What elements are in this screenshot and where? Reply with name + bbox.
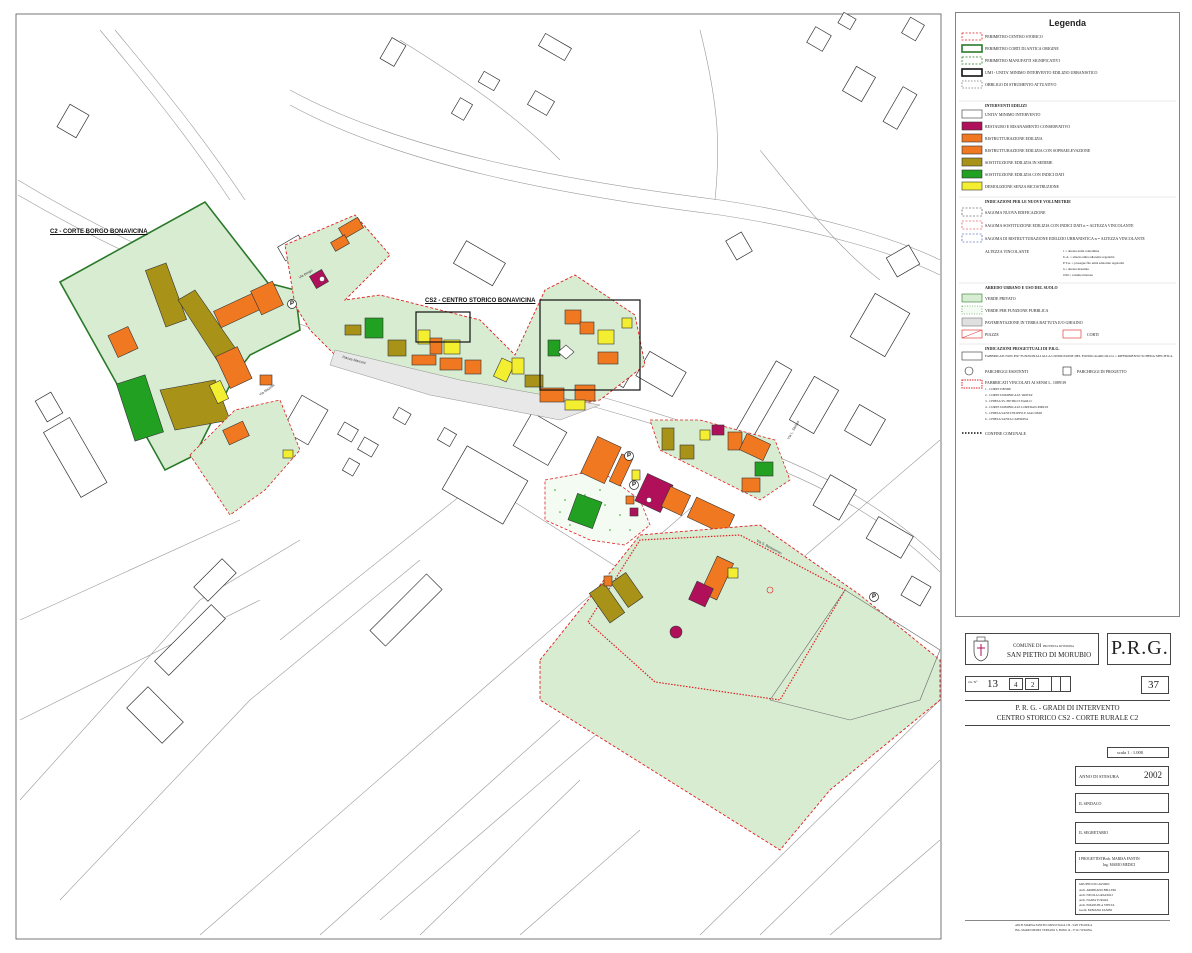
footer-line: ING. MARIO MEDICI VERSANO S. BONO 14 - 3… — [1015, 929, 1092, 932]
legend-note: n = altezza massima — [1063, 267, 1089, 271]
legend-item: PARCHEGGI ESISTENTI — [985, 369, 1029, 374]
legend-panel: Legenda PERIMETRO CENTRO STORICO PERIMET… — [955, 12, 1180, 617]
legend-note: 1 = altezza unità contermine — [1063, 249, 1100, 253]
legend-item: RISTRUTTURAZIONE EDILIZIA — [985, 136, 1043, 141]
legend-section-title: INTERVENTI EDILIZI — [985, 103, 1027, 108]
tav-cell-empty — [1051, 676, 1071, 692]
comune-di: COMUNE DI — [1013, 644, 1042, 649]
legend-item: VERDE PER FUNZIONE PUBBLICA — [985, 308, 1049, 313]
legend-note: 1 - CORTE DENDE — [985, 387, 1012, 391]
gruppo-member: Geom. FABIANO ZANINI — [1079, 908, 1113, 912]
legend-item: DEMOLIZIONE SENZA RICOSTRUZIONE — [985, 184, 1059, 189]
provincia: PROVINCIA DI VERONA — [1043, 645, 1075, 648]
legend-item: PIAZZE — [985, 332, 999, 337]
legend-note: 6 - CHIESA SANTA CATERINA — [985, 417, 1029, 421]
comune-name: SAN PIETRO DI MORUBIO — [1007, 651, 1092, 659]
legend-item: UNITA' MINIMO INTERVENTO — [985, 112, 1041, 117]
legend-item: CONFINE COMUNALE — [985, 431, 1026, 436]
legend-item: SOSTITUZIONE EDILIZIA IN SEDIME — [985, 160, 1053, 165]
legend-item: SAGOMA SOSTITUZIONE EDILIZIA CON INDICI … — [985, 223, 1134, 228]
map-area[interactable]: C2 - CORTE BORGO BONAVICINA CS2 - CENTRO… — [0, 0, 955, 953]
progettista: Ing. MARIO MEDICI — [1103, 863, 1136, 867]
legend-item: PERIMETRO CORTI DI ANTICA ORIGINE — [985, 46, 1059, 51]
legend-item: CORTI — [1087, 332, 1099, 337]
legend-item: PARCHEGGI DI PROGETTO — [1077, 369, 1127, 374]
progettisti-label: I PROGETTISTI — [1079, 857, 1104, 861]
legend-item: UMI - UNITA' MINIMO INTERVENTO EDILIZIO … — [985, 70, 1098, 75]
tav-cell — [1009, 678, 1023, 690]
subject-line2: CENTRO STORICO CS2 - CORTE RURALE C2 — [996, 714, 1139, 722]
label-c2: C2 - CORTE BORGO BONAVICINA — [50, 229, 148, 235]
tav-number: 13 — [987, 678, 998, 690]
anno-label: ANNO DI STESURA — [1079, 774, 1120, 779]
legend-section-title: INDICAZIONI PER LE NUOVE VOLUMETRIE — [985, 199, 1071, 204]
title-block: COMUNE DI PROVINCIA DI VERONA SAN PIETRO… — [955, 617, 1185, 947]
legend-note: U.A. = altezza unità adiacente regolarit… — [1063, 255, 1115, 259]
legend-item: FABBRICATI VINCOLATI AI SENSI L. 1089/39 — [985, 380, 1066, 385]
legend-item: SAGOMA NUOVA EDIFICAZIONE — [985, 210, 1046, 215]
legend-item: SOSTITUZIONE EDILIZIA CON INDICI DATI — [985, 172, 1065, 177]
progettisti-box — [1075, 851, 1169, 873]
parking-icon: P — [290, 301, 295, 307]
sindaco-label: IL SINDACO — [1079, 801, 1102, 806]
legend-section-title: INDICAZIONI PROGETTUALI DI P.R.G. — [985, 346, 1060, 351]
label-cs2: CS2 - CENTRO STORICO BONAVICINA — [425, 298, 536, 304]
footer-line: ARCH. MARISA FANTIN CORSO ITALIA 139 - S… — [1015, 924, 1093, 927]
legend-note: 3 - CHIESA SS. PIETRO E PAOLO — [985, 399, 1032, 403]
legend-item: FABBRICATI NON PIU' FUNZIONALI ALLA COND… — [985, 354, 1173, 358]
legend-item: VERDE PRIVATO — [985, 296, 1016, 301]
tav-label: tav. N° — [968, 680, 978, 684]
sheet-number: 37 — [1148, 679, 1159, 691]
legend-item: PERIMETRO CENTRO STORICO — [985, 34, 1043, 39]
legend-note: 0.90 = volume interrato — [1063, 273, 1094, 277]
footer-divider — [965, 920, 1170, 921]
gruppo-title: GRUPPO DI LAVORO — [1079, 882, 1110, 886]
legend-item: PERIMETRO MANUFATTI SIGNIFICATIVI — [985, 58, 1060, 63]
legend-item: RISTRUTTURAZIONE EDILIZIA CON SOPRAELEVA… — [985, 148, 1091, 153]
anno-value: 2002 — [1144, 770, 1162, 780]
legend-note: P.T.A. = prosegue filo unità adiacente r… — [1063, 261, 1124, 265]
legend-note: 4 - CORTE DOMINICALE LOREDAN-EMILEI — [985, 405, 1049, 409]
gruppo-member: Arch. NADIA TURATA — [1079, 898, 1109, 902]
segretario-label: IL SEGRETARIO — [1079, 830, 1109, 835]
parking-icon: P — [627, 453, 632, 459]
legend-section-title: ARREDO URBANO E USO DEL SUOLO — [985, 285, 1058, 290]
tav-cell — [1025, 678, 1039, 690]
scale-value: scala 1 : 1.000 — [1117, 750, 1143, 755]
map-canvas — [15, 11, 942, 940]
gruppo-member: Arch. NICOLA GRAZIOLI — [1079, 893, 1113, 897]
legend-item: SAGOMA DI RISTRUTTURAZIONE EDILIZIO URBA… — [985, 236, 1145, 241]
legend-item: RESTAURO E RISANAMENTO CONSERVATIVO — [985, 124, 1071, 129]
legend-note: 5 - CHIESA SANTI FILIPPO E GIACOMO — [985, 411, 1043, 415]
legend-item: ALTEZZA VINCOLANTE — [985, 249, 1030, 254]
parking-icon: P — [632, 482, 637, 488]
subject-line1: P. R. G. - GRADI DI INTERVENTO — [1015, 704, 1120, 712]
legend-note: 2 - CORTE DOMINICALE 'ODETA' — [985, 393, 1033, 397]
legend-title: Legenda — [1048, 18, 1086, 28]
gruppo-member: Arch. ARMIDANO BELLERI — [1079, 888, 1116, 892]
legend-item: OBBLIGO DI STRUMENTO ATTUATIVO — [985, 82, 1057, 87]
gruppo-member: Arch. EMANUELA STELTA — [1079, 903, 1115, 907]
progettista: Arch. MARISA FANTIN — [1103, 857, 1140, 861]
legend-item: PAVIMENTAZIONE IN TERRA BATTUTA E/O GHIA… — [985, 320, 1083, 325]
coat-of-arms-icon — [973, 636, 989, 662]
parking-icon: P — [872, 594, 877, 600]
prg-label: P.R.G. — [1111, 637, 1169, 659]
